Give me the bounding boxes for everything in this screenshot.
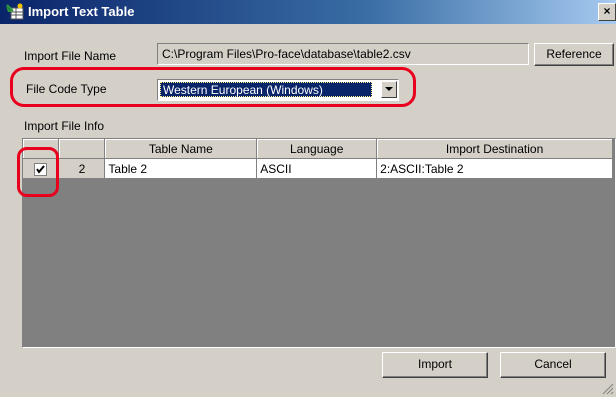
table-row[interactable]: 2 Table 2 ASCII 2:ASCII:Table 2: [23, 158, 613, 179]
import-button[interactable]: Import: [382, 352, 488, 378]
cancel-button-label: Cancel: [534, 357, 572, 371]
import-file-info-grid[interactable]: Table Name Language Import Destination 2: [22, 138, 616, 348]
column-header-import-destination[interactable]: Import Destination: [376, 139, 613, 159]
row-number: 2: [58, 158, 106, 179]
window-title: Import Text Table: [28, 4, 135, 19]
import-file-info-label: Import File Info: [24, 119, 105, 133]
row-import-destination[interactable]: 2:ASCII:Table 2: [376, 158, 613, 179]
file-code-highlight: [10, 67, 416, 107]
import-file-path-field[interactable]: C:\Program Files\Pro-face\database\table…: [157, 43, 529, 65]
import-table-icon: [6, 3, 24, 20]
column-header-table-name[interactable]: Table Name: [104, 139, 258, 159]
cancel-button[interactable]: Cancel: [500, 352, 606, 378]
checkbox-highlight: [17, 147, 59, 197]
row-language[interactable]: ASCII: [256, 158, 378, 179]
column-header-language[interactable]: Language: [256, 139, 378, 159]
import-file-info-table: Table Name Language Import Destination 2: [23, 139, 613, 179]
column-header-number[interactable]: [58, 139, 106, 159]
close-button[interactable]: ×: [598, 3, 616, 21]
import-text-table-dialog: Import Text Table × Import File Name C:\…: [0, 0, 616, 397]
import-button-label: Import: [417, 357, 452, 371]
row-table-name[interactable]: Table 2: [104, 158, 258, 179]
resize-grip-icon[interactable]: [602, 383, 614, 395]
title-bar[interactable]: Import Text Table ×: [0, 0, 616, 24]
import-file-name-label: Import File Name: [24, 49, 117, 63]
import-file-path-value: C:\Program Files\Pro-face\database\table…: [162, 47, 411, 61]
reference-button-label: Reference: [546, 47, 602, 61]
reference-button[interactable]: Reference: [534, 43, 614, 66]
table-header-row: Table Name Language Import Destination: [23, 139, 613, 159]
close-icon: ×: [603, 4, 611, 18]
